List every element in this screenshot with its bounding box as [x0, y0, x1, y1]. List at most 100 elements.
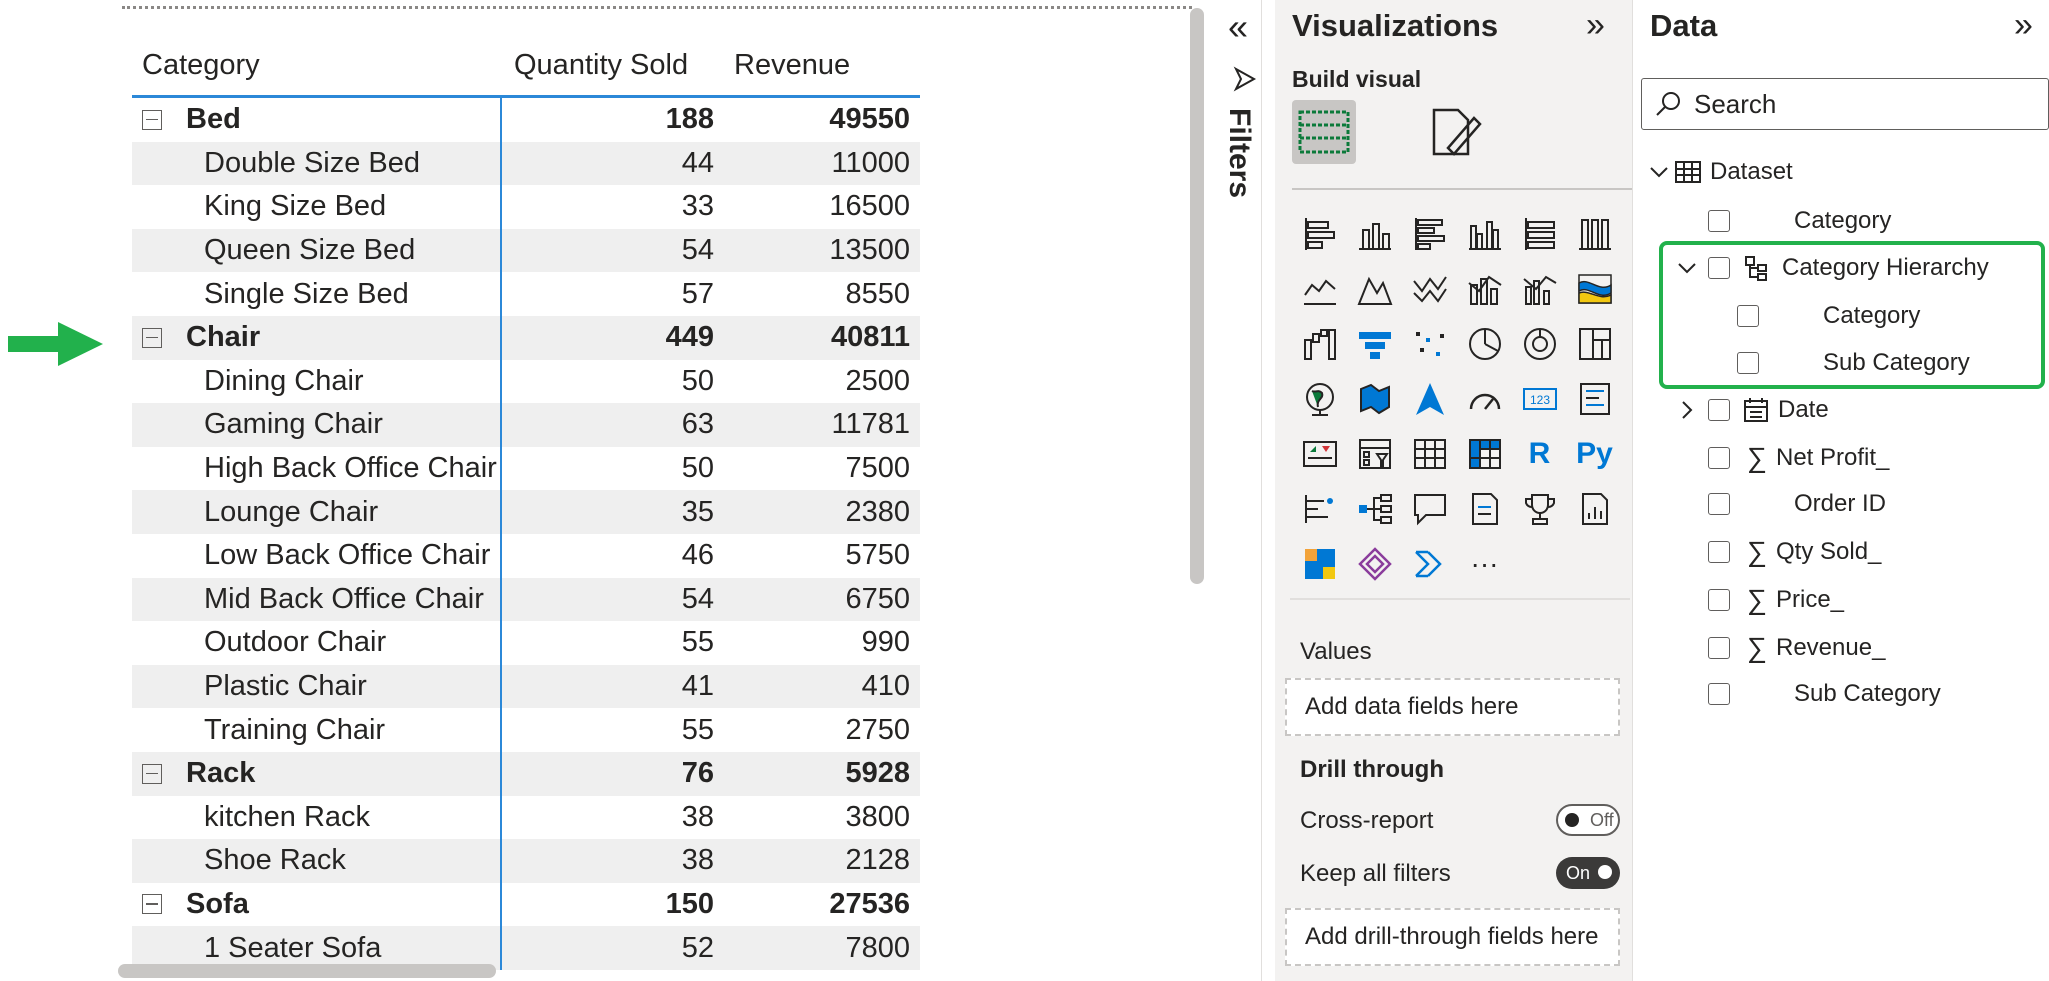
collapse-icon[interactable]: [142, 894, 162, 915]
matrix-parent-row[interactable]: Bed 188 49550: [132, 98, 920, 142]
format-visual-icon[interactable]: [1426, 104, 1482, 160]
field-sub-category[interactable]: Sub Category: [1708, 680, 1941, 708]
stacked-area-chart-icon[interactable]: [1402, 261, 1457, 316]
funnel-chart-icon[interactable]: [1347, 316, 1402, 371]
collapse-icon[interactable]: [142, 327, 162, 348]
matrix-child-row[interactable]: Dining Chair 50 2500: [132, 359, 920, 404]
field-checkbox[interactable]: [1708, 683, 1730, 705]
table-icon[interactable]: [1402, 426, 1457, 481]
power-automate-flow-icon[interactable]: [1402, 536, 1457, 591]
gauge-icon[interactable]: [1457, 371, 1512, 426]
kpi-icon[interactable]: [1292, 426, 1347, 481]
build-visual-tab[interactable]: [1292, 100, 1356, 164]
field-price[interactable]: ∑ Price_: [1708, 584, 1844, 616]
field-checkbox[interactable]: [1708, 210, 1730, 232]
clustered-bar-chart-icon[interactable]: [1402, 206, 1457, 261]
narrative-icon[interactable]: [1457, 481, 1512, 536]
field-qty-sold[interactable]: ∑ Qty Sold_: [1708, 536, 1881, 568]
multi-row-card-icon[interactable]: [1567, 371, 1622, 426]
matrix-child-row[interactable]: Double Size Bed 44 11000: [132, 141, 920, 186]
matrix-child-row[interactable]: Queen Size Bed 54 13500: [132, 228, 920, 273]
values-well[interactable]: Add data fields here: [1285, 678, 1620, 736]
vertical-scrollbar[interactable]: [1190, 8, 1204, 584]
field-revenue[interactable]: ∑ Revenue_: [1708, 632, 1885, 664]
header-quantity-sold[interactable]: Quantity Sold: [502, 49, 724, 82]
drill-through-well[interactable]: Add drill-through fields here: [1285, 908, 1620, 966]
matrix-child-row[interactable]: High Back Office Chair 50 7500: [132, 446, 920, 491]
matrix-child-row[interactable]: Lounge Chair 35 2380: [132, 490, 920, 534]
matrix-child-row[interactable]: Training Chair 55 2750: [132, 708, 920, 752]
line-stacked-column-chart-icon[interactable]: [1457, 261, 1512, 316]
decomposition-tree-icon[interactable]: [1347, 481, 1402, 536]
more-visuals-icon[interactable]: ···: [1457, 536, 1512, 591]
matrix-child-row[interactable]: Mid Back Office Chair 54 6750: [132, 577, 920, 622]
100-stacked-column-chart-icon[interactable]: [1567, 206, 1622, 261]
field-checkbox[interactable]: [1708, 399, 1730, 421]
matrix-visual[interactable]: Category Quantity Sold Revenue Bed 188 495…: [132, 36, 920, 970]
field-date[interactable]: Date: [1676, 396, 1829, 424]
area-chart-icon[interactable]: [1347, 261, 1402, 316]
ribbon-chart-icon[interactable]: [1567, 261, 1622, 316]
qa-icon[interactable]: [1402, 481, 1457, 536]
matrix-child-row[interactable]: Single Size Bed 57 8550: [132, 272, 920, 316]
matrix-child-row[interactable]: King Size Bed 33 16500: [132, 185, 920, 229]
waterfall-chart-icon[interactable]: [1292, 316, 1347, 371]
filters-label[interactable]: Filters: [1222, 108, 1256, 198]
key-influencers-icon[interactable]: [1292, 481, 1347, 536]
field-checkbox[interactable]: [1708, 541, 1730, 563]
r-script-visual-icon[interactable]: R: [1512, 426, 1567, 481]
line-chart-icon[interactable]: [1292, 261, 1347, 316]
field-checkbox[interactable]: [1708, 589, 1730, 611]
filled-map-icon[interactable]: [1347, 371, 1402, 426]
matrix-child-row[interactable]: Low Back Office Chair 46 5750: [132, 533, 920, 578]
line-clustered-column-chart-icon[interactable]: [1512, 261, 1567, 316]
matrix-child-row[interactable]: Outdoor Chair 55 990: [132, 621, 920, 665]
field-net-profit[interactable]: ∑ Net Profit_: [1708, 442, 1889, 474]
chevron-down-icon[interactable]: [1648, 161, 1670, 183]
header-category[interactable]: Category: [132, 49, 502, 82]
matrix-child-row[interactable]: Shoe Rack 38 2128: [132, 839, 920, 883]
field-checkbox[interactable]: [1708, 447, 1730, 469]
treemap-icon[interactable]: [1567, 316, 1622, 371]
azure-map-icon[interactable]: [1402, 371, 1457, 426]
chevron-right-icon[interactable]: [1676, 399, 1698, 421]
collapse-icon[interactable]: [142, 109, 162, 130]
matrix-child-row[interactable]: Gaming Chair 63 11781: [132, 403, 920, 447]
matrix-child-row[interactable]: Plastic Chair 41 410: [132, 664, 920, 709]
field-checkbox[interactable]: [1708, 493, 1730, 515]
clustered-column-chart-icon[interactable]: [1457, 206, 1512, 261]
quantity-cell: 44: [681, 146, 714, 179]
dataset-table[interactable]: Dataset: [1648, 158, 1793, 186]
scatter-chart-icon[interactable]: [1402, 316, 1457, 371]
field-order-id[interactable]: Order ID: [1708, 490, 1886, 518]
expand-chevron-icon[interactable]: »: [1586, 6, 1605, 45]
search-input[interactable]: Search: [1641, 78, 2049, 130]
100-stacked-bar-chart-icon[interactable]: [1512, 206, 1567, 261]
power-apps-icon[interactable]: [1292, 536, 1347, 591]
collapse-icon[interactable]: [142, 763, 162, 784]
card-icon[interactable]: 123: [1512, 371, 1567, 426]
power-automate-icon[interactable]: [1347, 536, 1402, 591]
header-revenue[interactable]: Revenue: [724, 49, 920, 82]
matrix-parent-row[interactable]: Sofa 150 27536: [132, 882, 920, 927]
collapse-chevron-icon[interactable]: «: [1228, 6, 1248, 48]
field-checkbox[interactable]: [1708, 637, 1730, 659]
map-icon[interactable]: [1292, 371, 1347, 426]
matrix-icon[interactable]: [1457, 426, 1512, 481]
stacked-bar-chart-icon[interactable]: [1292, 206, 1347, 261]
cross-report-toggle[interactable]: Off: [1556, 804, 1620, 836]
goals-icon[interactable]: [1512, 481, 1567, 536]
matrix-child-row[interactable]: kitchen Rack 38 3800: [132, 795, 920, 840]
horizontal-scrollbar[interactable]: [118, 964, 496, 978]
python-visual-icon[interactable]: Py: [1567, 426, 1622, 481]
keep-all-filters-toggle[interactable]: On: [1556, 857, 1620, 889]
stacked-column-chart-icon[interactable]: [1347, 206, 1402, 261]
matrix-parent-row[interactable]: Rack 76 5928: [132, 751, 920, 796]
slicer-icon[interactable]: [1347, 426, 1402, 481]
matrix-parent-row[interactable]: Chair 449 40811: [132, 315, 920, 360]
paginated-report-icon[interactable]: [1567, 481, 1622, 536]
data-expand-chevron-icon[interactable]: »: [2014, 6, 2033, 45]
pie-chart-icon[interactable]: [1457, 316, 1512, 371]
donut-chart-icon[interactable]: [1512, 316, 1567, 371]
field-category[interactable]: Category: [1708, 207, 1891, 235]
